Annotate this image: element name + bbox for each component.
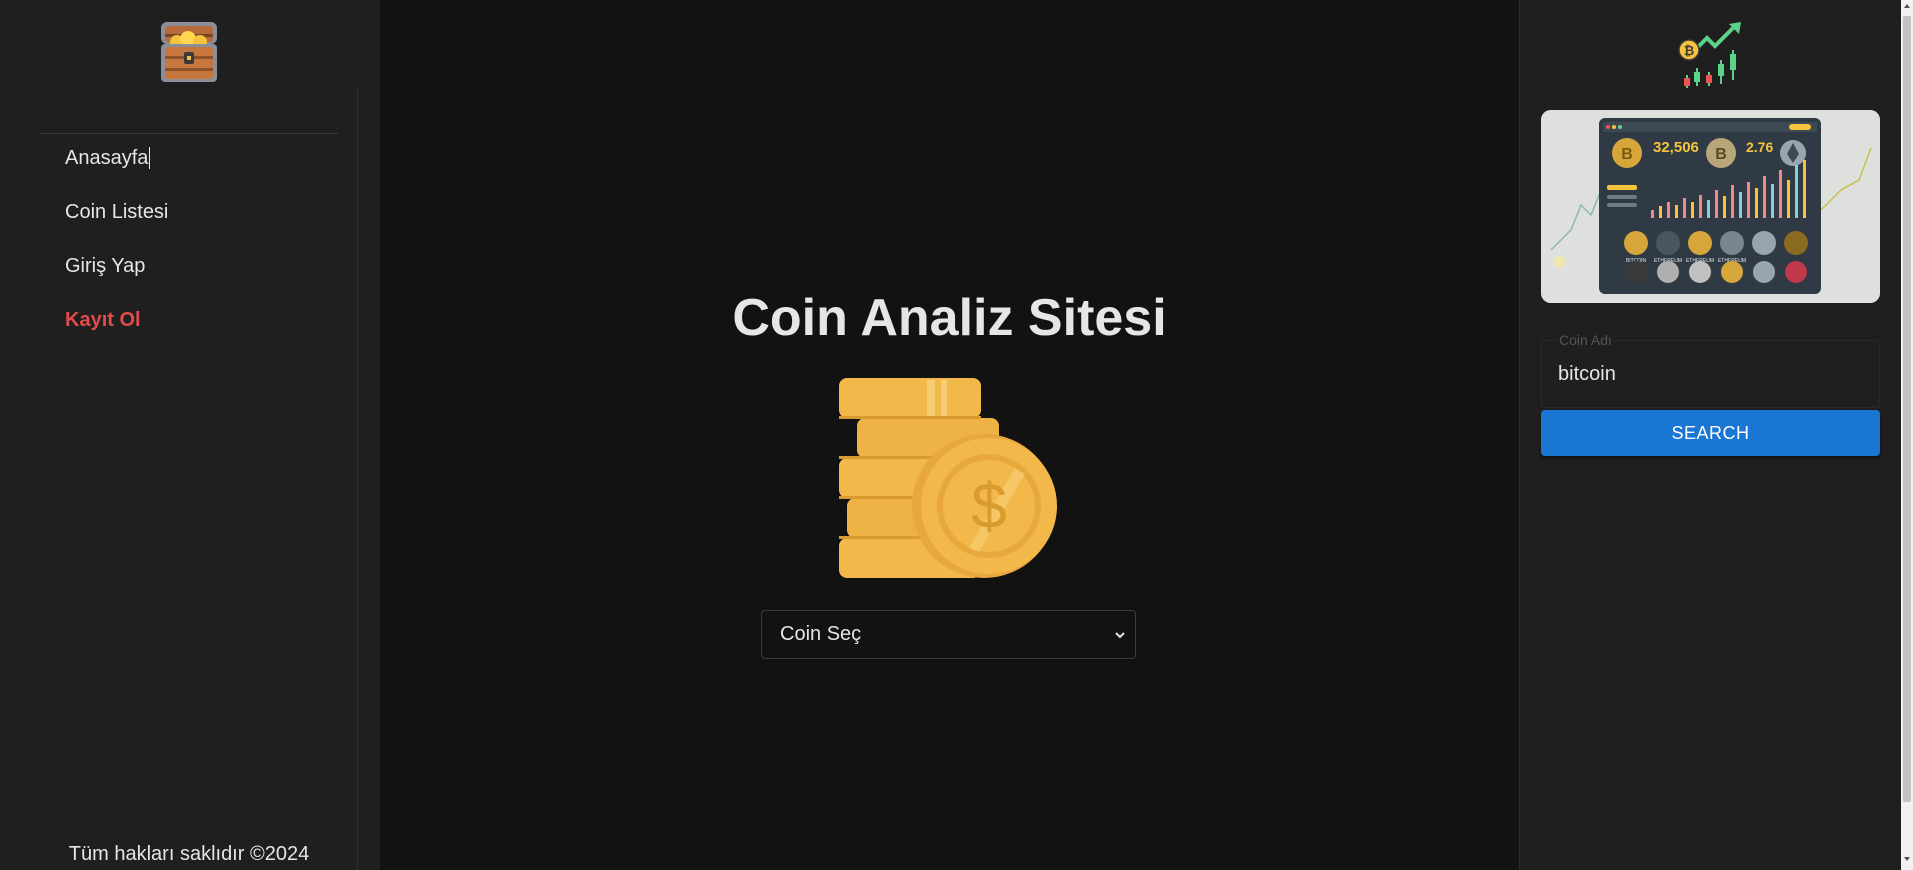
sidebar-nav: Anasayfa Coin Listesi Giriş Yap Kayıt Ol xyxy=(65,143,168,359)
main-content: Coin Analiz Sitesi $ Coin Seç xyxy=(380,0,1519,870)
chevron-down-icon xyxy=(1115,632,1125,639)
sidebar-item-label: Giriş Yap xyxy=(65,255,146,277)
coin-select[interactable]: Coin Seç xyxy=(761,610,1136,659)
scroll-down-arrow-icon[interactable] xyxy=(1904,857,1910,861)
sidebar-item-giris-yap[interactable]: Giriş Yap xyxy=(65,251,168,305)
sidebar-item-coin-listesi[interactable]: Coin Listesi xyxy=(65,197,168,251)
sidebar-item-label: Anasayfa xyxy=(65,147,151,169)
banner-big-number: 32,506 xyxy=(1653,139,1699,156)
treasure-chest-icon[interactable] xyxy=(155,18,223,86)
coin-stack-dollar-icon: $ xyxy=(839,378,1057,578)
sidebar-item-label: Kayıt Ol xyxy=(65,309,141,331)
sidebar-item-label: Coin Listesi xyxy=(65,201,169,223)
svg-text:B: B xyxy=(1715,146,1727,163)
footer-copyright: Tüm hakları saklıdır ©2024 xyxy=(68,843,310,865)
dashboard-banner-image: B 32,506 B 2.76 BITCOIN xyxy=(1541,110,1880,303)
sidebar-divider xyxy=(40,133,338,134)
svg-text:₿: ₿ xyxy=(1684,43,1695,58)
coin-name-input[interactable] xyxy=(1558,363,1858,386)
banner-small-number: 2.76 xyxy=(1746,139,1773,155)
left-sidebar: Anasayfa Coin Listesi Giriş Yap Kayıt Ol… xyxy=(0,0,381,870)
crypto-chart-icon[interactable]: ₿ xyxy=(1677,20,1747,88)
svg-text:B: B xyxy=(1621,146,1633,163)
page-scrollbar[interactable] xyxy=(1901,0,1913,870)
coin-select-value: Coin Seç xyxy=(780,623,862,645)
page-title: Coin Analiz Sitesi xyxy=(732,289,1167,347)
sidebar-divider-vertical xyxy=(357,87,358,870)
coin-name-label: Coin Adı xyxy=(1557,332,1614,348)
scroll-up-arrow-icon[interactable] xyxy=(1904,4,1910,8)
right-panel: ₿ B 32,506 B 2.76 Coin Adı bitcoin SEARC… xyxy=(1519,0,1901,870)
sidebar-item-kayit-ol[interactable]: Kayıt Ol xyxy=(65,305,168,359)
sidebar-item-anasayfa[interactable]: Anasayfa xyxy=(65,143,168,197)
scrollbar-thumb[interactable] xyxy=(1903,16,1911,802)
svg-text:$: $ xyxy=(971,470,1007,542)
coin-name-field[interactable]: Coin Adı xyxy=(1541,332,1880,408)
search-button[interactable]: SEARCH xyxy=(1541,410,1880,456)
